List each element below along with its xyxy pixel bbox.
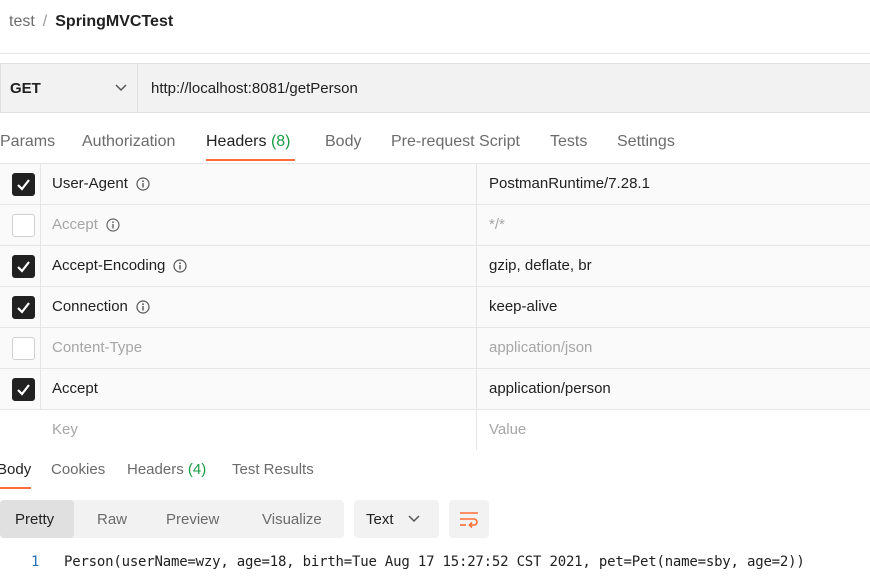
header-key[interactable]: Accept	[52, 216, 98, 233]
new-header-key-input[interactable]: Key	[52, 421, 78, 438]
header-key[interactable]: Accept-Encoding	[52, 257, 165, 274]
tab-response-headers-label: Headers	[127, 461, 184, 478]
word-wrap-button[interactable]	[449, 500, 489, 538]
method-select[interactable]: GET	[0, 63, 138, 113]
tab-headers-count: (8)	[270, 133, 291, 150]
header-enabled-checkbox[interactable]	[12, 337, 35, 360]
check-icon	[17, 261, 30, 273]
header-value[interactable]: keep-alive	[476, 287, 870, 327]
check-icon	[17, 384, 30, 396]
format-label: Text	[366, 510, 394, 528]
info-circle-icon[interactable]	[136, 299, 150, 314]
header-value[interactable]: application/json	[476, 328, 870, 368]
breadcrumb-separator: /	[42, 13, 48, 30]
new-header-row: Key Value	[0, 410, 870, 450]
table-row: Content-Type application/json	[0, 328, 870, 369]
header-enabled-checkbox[interactable]	[12, 173, 35, 196]
info-circle-icon[interactable]	[136, 176, 150, 191]
table-row: Connection keep-alive	[0, 287, 870, 328]
tab-response-headers[interactable]: Headers (4)	[127, 461, 206, 478]
method-label: GET	[10, 79, 41, 97]
table-row: Accept */*	[0, 205, 870, 246]
divider	[0, 53, 870, 54]
view-preview-button[interactable]: Preview	[166, 500, 219, 538]
active-response-tab-indicator	[0, 487, 31, 489]
breadcrumb: test / SpringMVCTest	[9, 13, 173, 31]
tab-headers[interactable]: Headers (8)	[206, 133, 291, 151]
table-row: User-Agent PostmanRuntime/7.28.1	[0, 164, 870, 205]
header-enabled-checkbox[interactable]	[12, 378, 35, 401]
view-raw-button[interactable]: Raw	[97, 500, 127, 538]
header-key[interactable]: Content-Type	[52, 339, 142, 356]
format-select[interactable]: Text	[354, 500, 439, 538]
check-icon	[17, 179, 30, 191]
header-key[interactable]: User-Agent	[52, 175, 128, 192]
word-wrap-icon	[460, 512, 478, 528]
tab-tests[interactable]: Tests	[550, 133, 587, 151]
tab-pre-request-script[interactable]: Pre-request Script	[391, 133, 520, 151]
header-key[interactable]: Connection	[52, 298, 128, 315]
request-url-bar: GET http://localhost:8081/getPerson	[0, 63, 870, 113]
body-view-mode-group: Pretty Raw Preview Visualize	[0, 500, 344, 538]
new-header-value-input[interactable]: Value	[476, 410, 870, 450]
tab-response-headers-count: (4)	[187, 461, 207, 478]
table-row: Accept application/person	[0, 369, 870, 410]
url-text: http://localhost:8081/getPerson	[151, 79, 358, 97]
header-value[interactable]: gzip, deflate, br	[476, 246, 870, 286]
header-value[interactable]: PostmanRuntime/7.28.1	[476, 164, 870, 204]
line-number: 1	[31, 554, 40, 570]
header-enabled-checkbox[interactable]	[12, 255, 35, 278]
response-body-text[interactable]: Person(userName=wzy, age=18, birth=Tue A…	[64, 554, 805, 570]
url-input[interactable]: http://localhost:8081/getPerson	[138, 63, 870, 113]
tab-params[interactable]: Params	[0, 133, 55, 151]
chevron-down-icon	[407, 515, 420, 523]
tab-body[interactable]: Body	[325, 133, 361, 151]
active-tab-indicator	[206, 159, 295, 161]
header-value[interactable]: application/person	[476, 369, 870, 409]
request-name[interactable]: SpringMVCTest	[55, 13, 173, 31]
tab-cookies[interactable]: Cookies	[51, 461, 105, 478]
view-visualize-button[interactable]: Visualize	[262, 500, 322, 538]
response-body-line: 1 Person(userName=wzy, age=18, birth=Tue…	[0, 554, 870, 574]
header-value[interactable]: */*	[476, 205, 870, 245]
header-enabled-checkbox[interactable]	[12, 296, 35, 319]
headers-table: User-Agent PostmanRuntime/7.28.1 Accept …	[0, 163, 870, 450]
header-enabled-checkbox[interactable]	[12, 214, 35, 237]
tab-authorization[interactable]: Authorization	[82, 133, 175, 151]
chevron-down-icon	[115, 84, 127, 92]
tab-test-results[interactable]: Test Results	[232, 461, 314, 478]
tab-response-body[interactable]: Body	[0, 461, 31, 478]
tab-settings[interactable]: Settings	[617, 133, 675, 151]
breadcrumb-collection[interactable]: test	[9, 13, 35, 31]
view-pretty-button[interactable]: Pretty	[0, 500, 74, 538]
tab-headers-label: Headers	[206, 133, 267, 150]
check-icon	[17, 302, 30, 314]
info-circle-icon[interactable]	[173, 258, 188, 273]
info-circle-icon[interactable]	[106, 217, 120, 232]
table-row: Accept-Encoding gzip, deflate, br	[0, 246, 870, 287]
header-key[interactable]: Accept	[52, 380, 98, 397]
